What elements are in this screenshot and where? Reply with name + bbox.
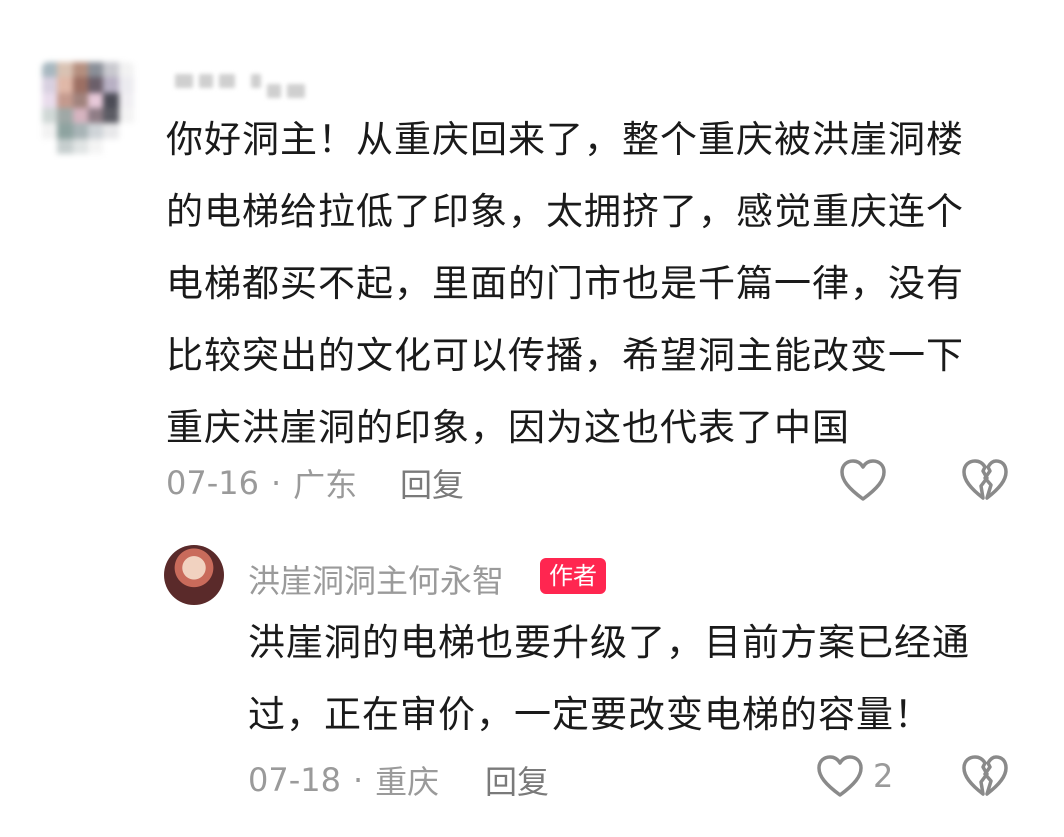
reply-date: 07-18 [248,761,341,799]
comment-line: 重庆洪崖洞的印象，因为这也代表了中国 [166,406,850,449]
separator-dot: · [270,464,282,502]
author-name[interactable]: 洪崖洞洞主何永智 [248,556,504,602]
comment-line: 比较突出的文化可以传播，希望洞主能改变一下 [166,334,964,377]
comment-line: 电梯都买不起，里面的门市也是千篇一律，没有 [166,262,964,305]
like-button[interactable] [838,457,888,503]
like-button[interactable]: 2 [815,753,893,799]
comment-date: 07-16 [166,464,259,502]
reply-button[interactable]: 回复 [400,460,464,506]
comment-line: 的电梯给拉低了印象，太拥挤了，感觉重庆连个 [166,190,964,233]
broken-heart-icon [962,459,1008,500]
author-badge: 作者 [540,558,606,594]
comment-line: 你好洞主！从重庆回来了，整个重庆被洪崖洞楼 [166,118,964,161]
reply-line: 洪崖洞的电梯也要升级了，目前方案已经通 [248,621,970,664]
separator-dot: · [352,761,364,799]
reply-text: 洪崖洞的电梯也要升级了，目前方案已经通 过，正在审价，一定要改变电梯的容量！ [248,607,970,751]
reply-button[interactable]: 回复 [485,757,549,803]
heart-outline-icon [817,755,863,797]
author-avatar[interactable] [164,545,224,605]
blurred-username[interactable] [175,64,305,98]
reply-location: 重庆 [375,763,440,801]
avatar[interactable] [42,62,134,154]
like-count: 2 [873,757,894,795]
broken-heart-icon [962,755,1008,796]
reply-meta: 07-18 · 重庆 [248,757,439,803]
comment-text: 你好洞主！从重庆回来了，整个重庆被洪崖洞楼 的电梯给拉低了印象，太拥挤了，感觉重… [166,104,964,464]
comment-meta: 07-16 · 广东 [166,460,357,506]
dislike-button[interactable] [960,753,1010,799]
heart-outline-icon [840,459,886,501]
dislike-button[interactable] [960,457,1010,503]
reply-line: 过，正在审价，一定要改变电梯的容量！ [248,693,932,736]
comment-location: 广东 [293,466,358,504]
